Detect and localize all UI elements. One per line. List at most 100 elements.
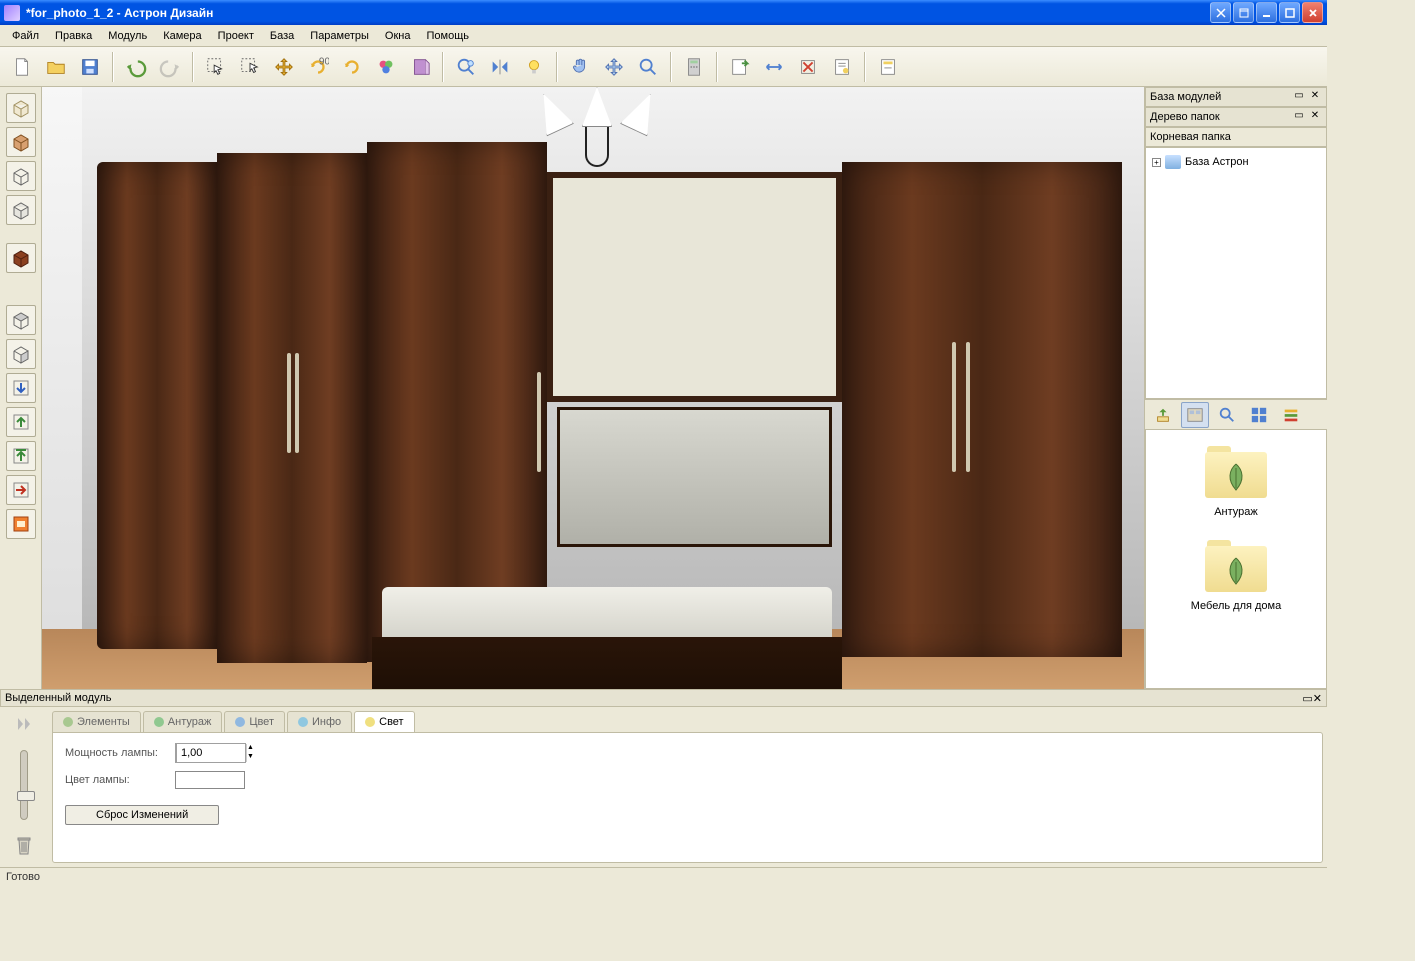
face-top-icon[interactable] [6,305,36,335]
rotate90-button[interactable]: 90° [302,51,334,83]
panel-close-icon[interactable]: ✕ [1308,110,1322,124]
bottom-dock-header: Выделенный модуль ▭✕ [0,689,1327,707]
main-toolbar: 90° [0,47,1327,87]
bottom-tabs: Элементы Антураж Цвет Инфо Свет [52,711,1323,732]
undo-button[interactable] [120,51,152,83]
dimension-button[interactable] [758,51,790,83]
box-transparent-icon[interactable] [6,195,36,225]
expand-icon[interactable]: + [1152,158,1161,167]
tool-x-button[interactable] [792,51,824,83]
spin-up-icon[interactable]: ▲ [246,744,254,753]
arrow-up-green-icon[interactable] [6,407,36,437]
tab-elements[interactable]: Элементы [52,711,141,732]
arrow-up-green2-icon[interactable] [6,441,36,471]
maximize-button[interactable] [1279,2,1300,23]
report-button[interactable] [826,51,858,83]
furniture-wardrobe-3 [367,142,547,662]
window-controls [1210,2,1323,23]
gallery-folder-furniture[interactable]: Мебель для дома [1154,532,1318,616]
folder-gallery: Антураж Мебель для дома [1145,429,1327,689]
export-button[interactable] [724,51,756,83]
window-titlebar: *for_photo_1_2 - Астрон Дизайн [0,0,1327,25]
settings-button[interactable] [872,51,904,83]
furniture-bed [372,587,842,689]
menu-base[interactable]: База [262,28,302,44]
point-select-button[interactable] [234,51,266,83]
menu-help[interactable]: Помощь [418,28,477,44]
light-button[interactable] [518,51,550,83]
window-title: *for_photo_1_2 - Астрон Дизайн [26,6,1210,20]
save-button[interactable] [74,51,106,83]
menu-parameters[interactable]: Параметры [302,28,377,44]
furniture-headboard [557,407,832,547]
3d-viewport[interactable] [42,87,1144,689]
menu-camera[interactable]: Камера [155,28,209,44]
lamp-color-label: Цвет лампы: [65,774,165,786]
lamp-power-spinner[interactable]: ▲▼ [175,743,245,763]
right-panel: База модулей ▭✕ Дерево папок ▭✕ Корневая… [1144,87,1327,689]
panel-close-icon[interactable]: ✕ [1313,693,1322,705]
gallery-up-button[interactable] [1149,402,1177,428]
tab-content-light: Мощность лампы: ▲▼ Цвет лампы: Сброс Изм… [52,732,1323,863]
folder-tree[interactable]: + База Астрон [1145,147,1327,399]
redo-button[interactable] [154,51,186,83]
orbit-button[interactable] [598,51,630,83]
box-wire-icon[interactable] [6,161,36,191]
menu-file[interactable]: Файл [4,28,47,44]
furniture-shelf-upper [547,172,842,402]
new-file-button[interactable] [6,51,38,83]
database-icon [1165,155,1181,169]
pan-button[interactable] [564,51,596,83]
door-button[interactable] [404,51,436,83]
menu-module[interactable]: Модуль [100,28,155,44]
panel-float-icon[interactable]: ▭ [1302,693,1312,705]
highlight-icon[interactable] [6,509,36,539]
folder-tree-title: Дерево папок [1150,111,1220,123]
arrow-down-blue-icon[interactable] [6,373,36,403]
rotate-button[interactable] [336,51,368,83]
tree-node-root[interactable]: + База Астрон [1150,154,1322,170]
folder-icon [1201,442,1271,502]
tab-entourage[interactable]: Антураж [143,711,223,732]
menu-windows[interactable]: Окна [377,28,419,44]
tab-info[interactable]: Инфо [287,711,352,732]
search-button[interactable] [450,51,482,83]
gallery-folder-entourage[interactable]: Антураж [1154,438,1318,522]
menu-project[interactable]: Проект [210,28,262,44]
trash-icon[interactable] [14,834,34,859]
mirror-button[interactable] [484,51,516,83]
open-file-button[interactable] [40,51,72,83]
panel-float-icon[interactable]: ▭ [1292,110,1306,124]
panel-close-icon[interactable]: ✕ [1308,90,1322,104]
lamp-color-swatch[interactable] [175,771,245,789]
gallery-list-button[interactable] [1277,402,1305,428]
lamp-power-input[interactable] [176,743,246,763]
panel-float-icon[interactable]: ▭ [1292,90,1306,104]
close-button[interactable] [1302,2,1323,23]
collapse-toggle-icon[interactable] [14,715,34,736]
box-textured-icon[interactable] [6,243,36,273]
window-aux2-button[interactable] [1233,2,1254,23]
menu-edit[interactable]: Правка [47,28,100,44]
gallery-label: Антураж [1214,506,1258,518]
reset-button[interactable]: Сброс Изменений [65,805,219,825]
vertical-slider[interactable] [20,750,28,820]
box-solid-icon[interactable] [6,127,36,157]
gallery-view-button[interactable] [1181,402,1209,428]
gallery-search-button[interactable] [1213,402,1241,428]
window-aux1-button[interactable] [1210,2,1231,23]
lamp-power-label: Мощность лампы: [65,747,165,759]
minimize-button[interactable] [1256,2,1277,23]
tab-light[interactable]: Свет [354,711,414,732]
box-empty-icon[interactable] [6,93,36,123]
spin-down-icon[interactable]: ▼ [246,753,254,762]
material-button[interactable] [370,51,402,83]
zoom-button[interactable] [632,51,664,83]
arrow-right-red-icon[interactable] [6,475,36,505]
tab-color[interactable]: Цвет [224,711,285,732]
calculator-button[interactable] [678,51,710,83]
select-cursor-button[interactable] [200,51,232,83]
face-side-icon[interactable] [6,339,36,369]
move-button[interactable] [268,51,300,83]
gallery-grid-button[interactable] [1245,402,1273,428]
